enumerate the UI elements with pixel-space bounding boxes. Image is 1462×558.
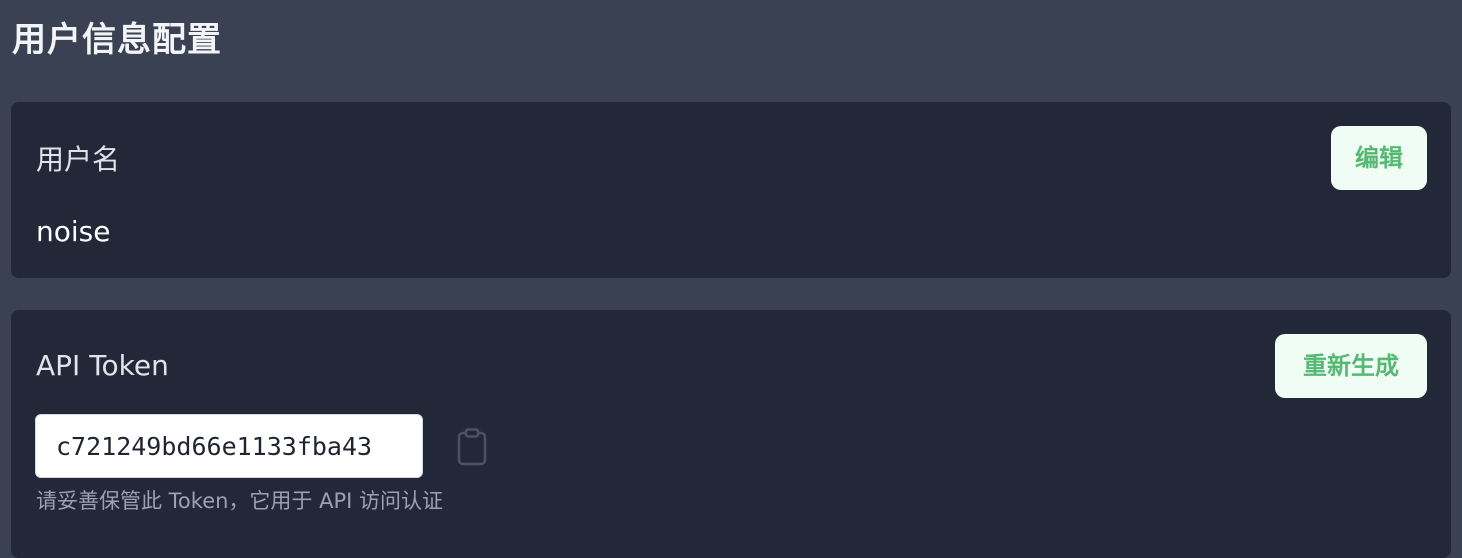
username-card: 用户名 编辑 noise — [11, 102, 1451, 278]
api-token-field[interactable] — [35, 414, 423, 478]
edit-username-button[interactable]: 编辑 — [1331, 126, 1427, 190]
clipboard-icon[interactable] — [455, 428, 489, 466]
regenerate-token-button[interactable]: 重新生成 — [1275, 334, 1427, 398]
token-hint: 请妥善保管此 Token，它用于 API 访问认证 — [36, 489, 443, 513]
username-label: 用户名 — [36, 143, 121, 176]
api-token-label: API Token — [36, 349, 169, 382]
api-token-card: API Token 重新生成 请妥善保管此 Token，它用于 API 访问认证 — [11, 310, 1451, 558]
username-value: noise — [36, 215, 111, 248]
page-title: 用户信息配置 — [12, 20, 222, 60]
